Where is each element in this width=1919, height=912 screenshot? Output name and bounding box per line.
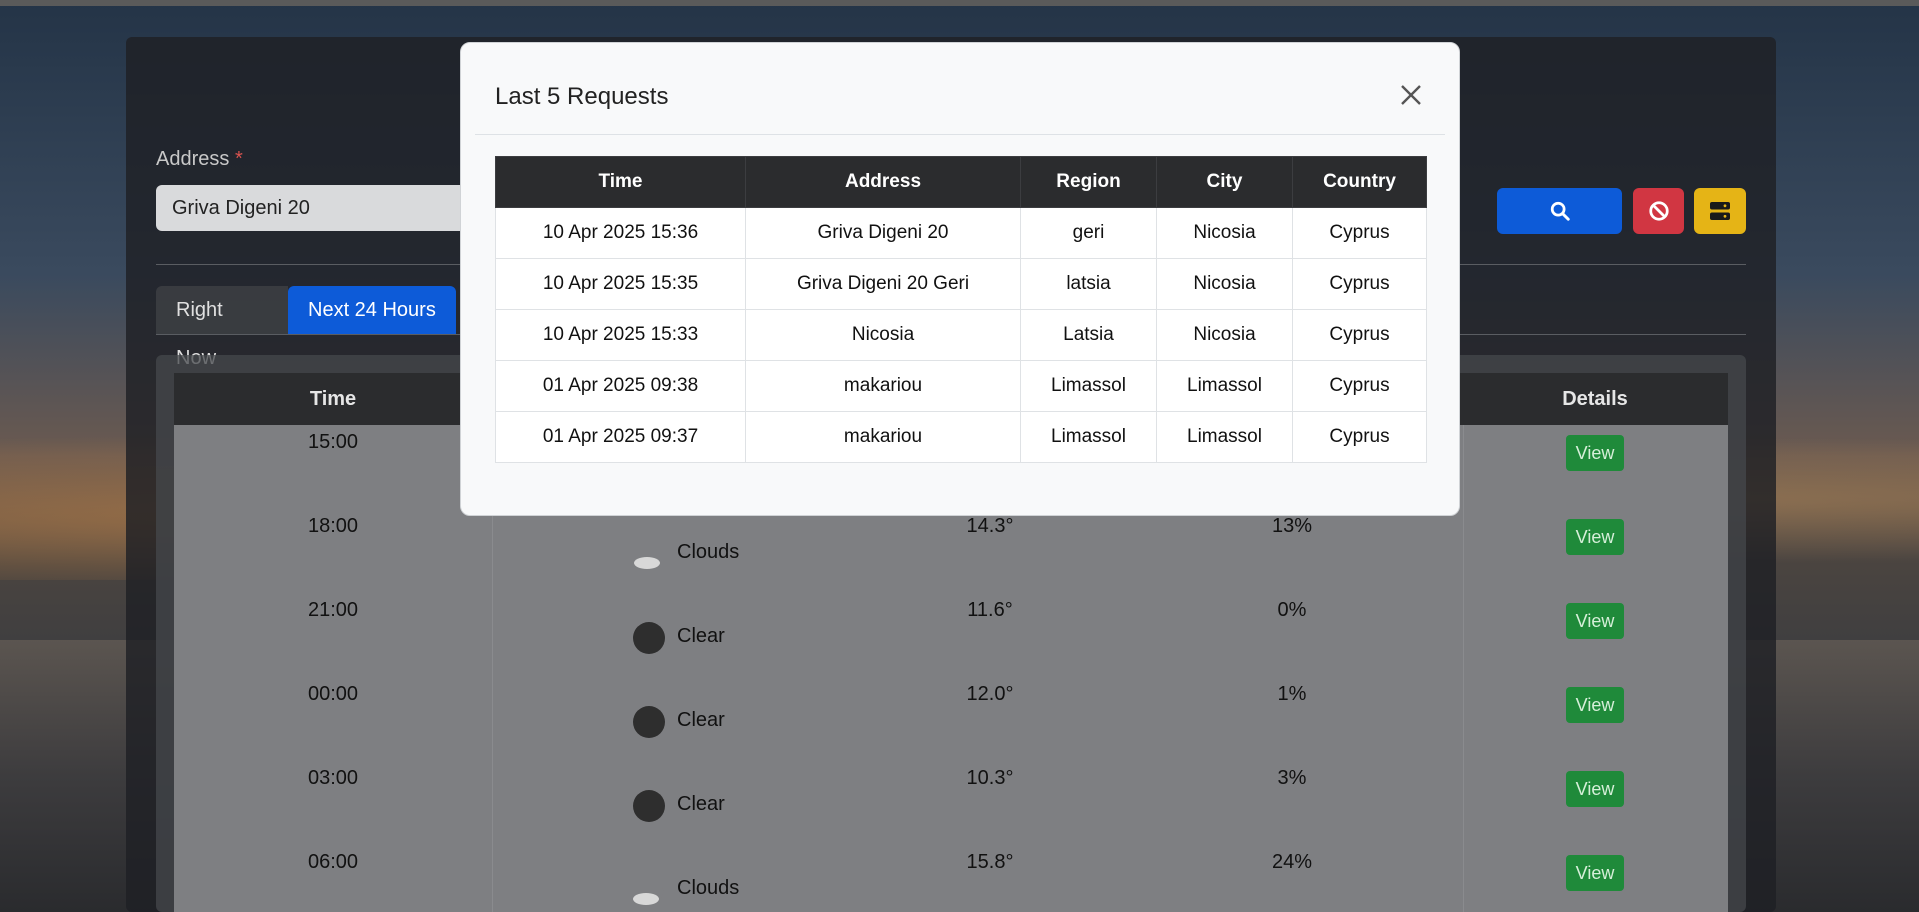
- clear-button[interactable]: [1633, 188, 1684, 234]
- tab-right-now[interactable]: Right Now: [156, 286, 288, 369]
- row-time: 15:00: [307, 431, 359, 453]
- row-humidity: 13%: [1271, 515, 1313, 537]
- cell-country: Cyprus: [1292, 360, 1427, 412]
- table-row: 10 Apr 2025 15:36 Griva Digeni 20 geri N…: [495, 207, 1427, 259]
- header-details: Details: [1562, 388, 1628, 410]
- address-label: Address *: [156, 148, 243, 170]
- weather-cell: Clouds: [632, 865, 772, 909]
- cell-time: 10 Apr 2025 15:33: [495, 309, 746, 361]
- cell-address: Griva Digeni 20 Geri: [745, 258, 1021, 310]
- header-cell: Time: [495, 156, 746, 208]
- table-row: 10 Apr 2025 15:35 Griva Digeni 20 Geri l…: [495, 258, 1427, 310]
- cell-address: Nicosia: [745, 309, 1021, 361]
- view-button[interactable]: View: [1566, 435, 1624, 471]
- table-row: 01 Apr 2025 09:37 makariou Limassol Lima…: [495, 411, 1427, 463]
- table-row: 21:00 Clear 11.6° 0% View: [174, 593, 1728, 677]
- cell-region: Limassol: [1020, 411, 1157, 463]
- search-button[interactable]: [1497, 188, 1622, 234]
- row-temp: 12.0°: [966, 683, 1014, 705]
- address-input[interactable]: Griva Digeni 20: [156, 185, 476, 231]
- moon-icon: [633, 790, 665, 822]
- weather-cell: Clouds: [632, 529, 772, 573]
- header-cell: Region: [1020, 156, 1157, 208]
- column-divider: [1463, 425, 1464, 912]
- table-row: 00:00 Clear 12.0° 1% View: [174, 677, 1728, 761]
- weather-cell: Clear: [632, 613, 772, 657]
- table-row: 18:00 Clouds 14.3° 13% View: [174, 509, 1728, 593]
- table-row: 03:00 Clear 10.3° 3% View: [174, 761, 1728, 845]
- view-button[interactable]: View: [1566, 855, 1624, 891]
- cell-region: latsia: [1020, 258, 1157, 310]
- modal-title: Last 5 Requests: [495, 83, 669, 110]
- cell-city: Nicosia: [1156, 309, 1293, 361]
- weather-cell: Clear: [632, 697, 772, 741]
- row-temp: 15.8°: [966, 851, 1014, 873]
- row-temp: 11.6°: [967, 599, 1013, 621]
- cell-country: Cyprus: [1292, 258, 1427, 310]
- requests-modal: Last 5 Requests Time Address Region City…: [460, 42, 1460, 516]
- weather-label: Clear: [677, 793, 725, 815]
- weather-label: Clear: [677, 625, 725, 647]
- cell-region: geri: [1020, 207, 1157, 259]
- cell-country: Cyprus: [1292, 411, 1427, 463]
- cell-city: Nicosia: [1156, 207, 1293, 259]
- weather-cell: Clear: [632, 781, 772, 825]
- table-row: 01 Apr 2025 09:38 makariou Limassol Lima…: [495, 360, 1427, 412]
- moon-icon: [633, 622, 665, 654]
- requests-table: Time Address Region City Country 10 Apr …: [495, 156, 1427, 463]
- moon-icon: [633, 706, 665, 738]
- cell-time: 01 Apr 2025 09:37: [495, 411, 746, 463]
- view-button[interactable]: View: [1566, 603, 1624, 639]
- cell-city: Limassol: [1156, 360, 1293, 412]
- server-icon: [1710, 202, 1730, 220]
- header-cell: Address: [745, 156, 1021, 208]
- row-humidity: 1%: [1277, 683, 1307, 705]
- cloud-sun-icon: [633, 882, 664, 905]
- cell-address: Griva Digeni 20: [745, 207, 1021, 259]
- row-temp: 14.3°: [966, 515, 1014, 537]
- row-time: 18:00: [307, 515, 359, 537]
- row-time: 21:00: [307, 599, 359, 621]
- cell-address: makariou: [745, 411, 1021, 463]
- view-button[interactable]: View: [1566, 687, 1624, 723]
- cell-city: Limassol: [1156, 411, 1293, 463]
- cell-city: Nicosia: [1156, 258, 1293, 310]
- modal-divider: [475, 134, 1445, 135]
- row-time: 00:00: [307, 683, 359, 705]
- row-humidity: 3%: [1277, 767, 1307, 789]
- header-cell: Country: [1292, 156, 1427, 208]
- row-humidity: 24%: [1271, 851, 1313, 873]
- weather-label: Clouds: [677, 541, 740, 563]
- table-row: 06:00 Clouds 15.8° 24% View: [174, 845, 1728, 912]
- close-icon[interactable]: [1397, 81, 1425, 109]
- cell-time: 10 Apr 2025 15:35: [495, 258, 746, 310]
- row-humidity: 0%: [1277, 599, 1307, 621]
- weather-label: Clear: [677, 709, 725, 731]
- view-button[interactable]: View: [1566, 519, 1624, 555]
- cell-time: 10 Apr 2025 15:36: [495, 207, 746, 259]
- search-icon: [1550, 201, 1570, 221]
- cell-country: Cyprus: [1292, 207, 1427, 259]
- history-button[interactable]: [1694, 188, 1746, 234]
- row-time: 06:00: [307, 851, 359, 873]
- cell-time: 01 Apr 2025 09:38: [495, 360, 746, 412]
- required-mark: *: [234, 148, 243, 170]
- view-button[interactable]: View: [1566, 771, 1624, 807]
- header-time: Time: [309, 388, 357, 410]
- header-cell: City: [1156, 156, 1293, 208]
- table-header-row: Time Address Region City Country: [495, 156, 1427, 208]
- cloud-moon-icon: [634, 551, 662, 569]
- tab-next-24-hours[interactable]: Next 24 Hours: [288, 286, 456, 334]
- browser-top-strip: [0, 0, 1919, 6]
- cell-country: Cyprus: [1292, 309, 1427, 361]
- row-temp: 10.3°: [966, 767, 1014, 789]
- table-row: 10 Apr 2025 15:33 Nicosia Latsia Nicosia…: [495, 309, 1427, 361]
- row-time: 03:00: [307, 767, 359, 789]
- cell-region: Limassol: [1020, 360, 1157, 412]
- weather-label: Clouds: [677, 877, 740, 899]
- cell-address: makariou: [745, 360, 1021, 412]
- ban-icon: [1648, 201, 1669, 221]
- cell-region: Latsia: [1020, 309, 1157, 361]
